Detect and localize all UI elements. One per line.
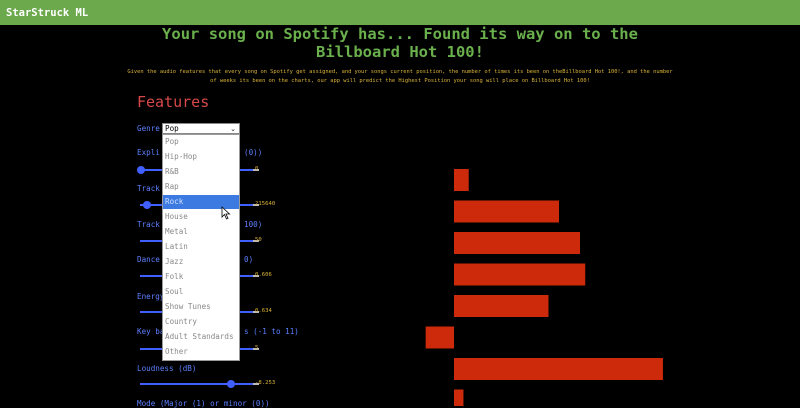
chart-bar <box>454 358 663 380</box>
track-popularity-label: Track <box>137 220 160 229</box>
genre-option-folk[interactable]: Folk <box>163 270 239 284</box>
genre-option-other[interactable]: Other <box>163 345 239 359</box>
genre-option-metal[interactable]: Metal <box>163 225 239 239</box>
page-description: Given the audio features that every song… <box>127 69 673 84</box>
slider-value: 215640 <box>255 201 276 207</box>
chart-bar <box>454 169 469 191</box>
slider-thumb[interactable] <box>137 165 145 174</box>
chart-bar <box>454 263 586 286</box>
navbar: StarStruck ML <box>0 0 800 25</box>
brand-link[interactable]: StarStruck ML <box>6 7 88 19</box>
energy-label: Energy <box>137 292 165 301</box>
genre-option-show-tunes[interactable]: Show Tunes <box>163 300 239 314</box>
slider-thumb[interactable] <box>227 379 235 388</box>
genre-option-rap[interactable]: Rap <box>163 180 239 194</box>
chart-bar <box>454 232 580 254</box>
genre-option-pop[interactable]: Pop <box>163 135 239 149</box>
loudness-label: Loudness (dB) <box>137 364 197 373</box>
mode-label: Mode (Major (1) or minor (0)) <box>137 399 270 408</box>
slider-value: 0 <box>255 166 259 172</box>
genre-option-soul[interactable]: Soul <box>163 285 239 299</box>
chart-bar <box>454 389 464 406</box>
genre-label: Genre <box>137 124 160 133</box>
chevron-down-icon: ⌄ <box>230 125 236 133</box>
mouse-cursor-icon <box>221 206 231 220</box>
explicit-label: Expli <box>137 148 160 157</box>
key-label-tail: s (-1 to 11) <box>244 327 299 336</box>
feature-bar-chart <box>425 169 663 406</box>
danceability-label-tail: 0) <box>244 255 254 264</box>
track-popularity-label-tail: 100) <box>244 220 263 229</box>
chart-bar <box>425 326 454 349</box>
genre-option-latin[interactable]: Latin <box>163 240 239 254</box>
genre-option-adult-standards[interactable]: Adult Standards <box>163 330 239 344</box>
genre-selected-value: Pop <box>165 124 179 133</box>
danceability-label: Dance <box>137 255 160 264</box>
genre-option-hip-hop[interactable]: Hip-Hop <box>163 150 239 164</box>
genre-dropdown-list[interactable]: Pop Hip-Hop R&B Rap Rock House Metal Lat… <box>162 134 240 361</box>
genre-option-rnb[interactable]: R&B <box>163 165 239 179</box>
slider-track <box>140 383 253 385</box>
explicit-label-tail: (0)) <box>244 148 263 157</box>
slider-thumb[interactable] <box>143 200 151 209</box>
slider-value: 50 <box>255 237 262 243</box>
chart-bar <box>454 295 549 317</box>
chart-bar <box>454 200 559 223</box>
genre-select[interactable]: Pop ⌄ <box>162 123 240 134</box>
genre-option-jazz[interactable]: Jazz <box>163 255 239 269</box>
track-duration-label: Track <box>137 184 160 193</box>
page-title: Your song on Spotify has... Found its wa… <box>162 25 638 61</box>
genre-option-country[interactable]: Country <box>163 315 239 329</box>
features-heading: Features <box>137 93 210 111</box>
slider-value: -8.253 <box>255 380 276 386</box>
slider-value: 0.606 <box>255 272 272 278</box>
key-label: Key ba <box>137 327 165 336</box>
slider-value: 0.634 <box>255 308 272 314</box>
slider-value: 5 <box>255 345 259 351</box>
